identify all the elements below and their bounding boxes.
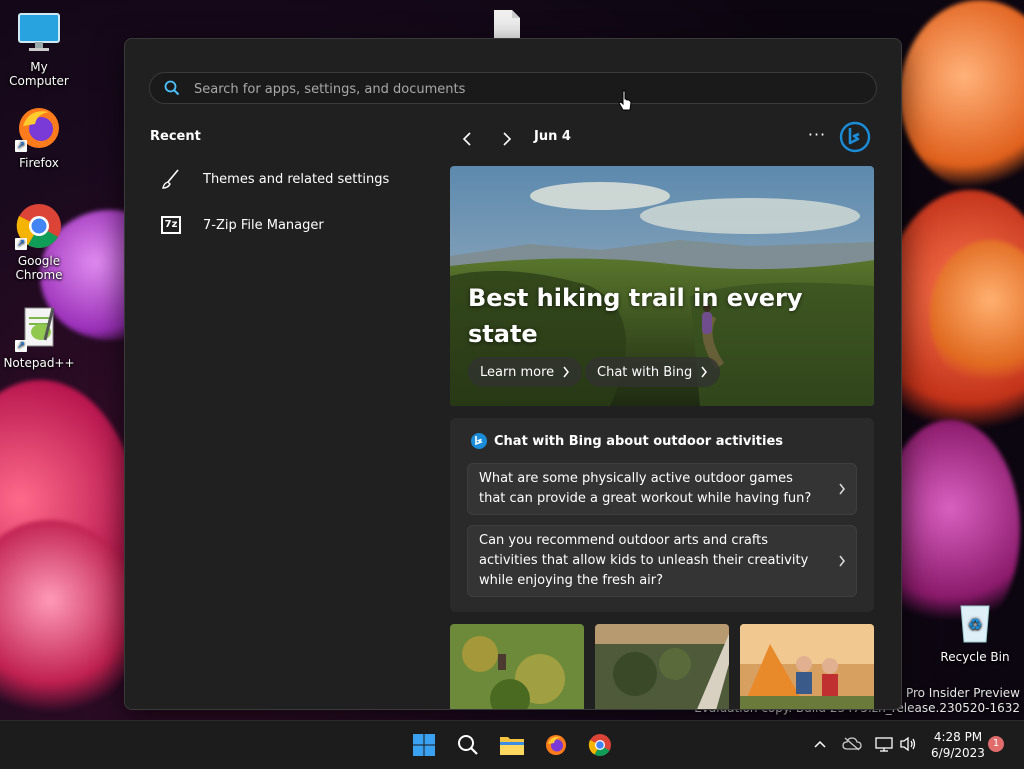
more-options-button[interactable]: ··· [805,125,829,149]
desktop-icon-label: Google Chrome [15,254,63,282]
desktop-icon-recycle-bin[interactable]: ♻ Recycle Bin [936,598,1014,664]
recent-heading: Recent [150,129,201,144]
suggestion-text: What are some physically active outdoor … [479,471,812,506]
file-explorer-button[interactable] [496,729,528,761]
desktop-icon-label: Notepad++ [3,356,75,370]
desktop-icon-firefox[interactable]: ↗ Firefox [0,104,78,170]
thumbnail-card[interactable] [740,624,874,709]
folder-icon [500,737,524,755]
paintbrush-icon [159,167,183,191]
onedrive-tray-button[interactable] [842,734,862,754]
next-button[interactable] [495,127,519,151]
notepad-plus-plus-icon: ↗ [15,304,63,352]
svg-text:♻: ♻ [968,615,982,634]
highlights-date: Jun 4 [534,129,571,144]
chrome-icon: ↗ [15,202,63,250]
recent-item-label: Themes and related settings [203,171,390,187]
chevron-right-icon [563,366,570,378]
desktop-icon-label: Recycle Bin [940,650,1010,664]
chat-with-bing-label: Chat with Bing [597,364,693,380]
windows-logo-icon [413,734,435,756]
network-tray-button[interactable] [874,734,894,754]
desktop-icon-label: Firefox [19,156,59,170]
firefox-icon: ↗ [15,104,63,152]
thumbnail-card[interactable] [595,624,729,709]
desktop-icon-chrome[interactable]: ↗ Google Chrome [0,202,78,282]
search-box[interactable] [149,72,877,104]
search-icon [164,80,180,100]
volume-tray-button[interactable] [898,734,918,754]
recycle-bin-icon: ♻ [951,598,999,646]
firefox-icon [546,735,566,755]
learn-more-label: Learn more [480,364,555,380]
taskbar-firefox-button[interactable] [540,729,572,761]
bing-button[interactable] [839,121,871,153]
chevron-right-icon [503,132,512,146]
show-hidden-icons-button[interactable] [810,734,830,754]
bing-chat-title-text: Chat with Bing about outdoor activities [494,433,784,449]
hillside-photo [450,624,584,709]
start-button[interactable] [408,729,440,761]
bing-icon [839,121,871,153]
bing-suggestion[interactable]: Can you recommend outdoor arts and craft… [467,525,857,597]
camping-photo [740,624,874,709]
mouse-cursor [618,90,634,118]
suggestion-text: Can you recommend outdoor arts and craft… [479,533,809,588]
chevron-left-icon [462,132,471,146]
search-panel: Recent Themes and related settings 7z 7-… [124,38,902,710]
taskbar: 4:28 PM 6/9/2023 1 [0,720,1024,769]
notification-badge[interactable]: 1 [988,736,1004,752]
desktop-icon-notepad-plus-plus[interactable]: ↗ Notepad++ [0,304,78,370]
chrome-icon [588,734,611,756]
cloud-offline-icon [842,737,862,751]
recent-item-7zip[interactable]: 7z 7-Zip File Manager [151,207,411,243]
thumbnail-card[interactable] [450,624,584,709]
7zip-icon: 7z [159,213,183,237]
monitor-icon [15,8,63,56]
chevron-right-icon [701,366,708,378]
previous-button[interactable] [455,127,479,151]
trail-photo [595,624,729,709]
search-input[interactable] [192,77,836,101]
hero-title: Best hiking trail in every state [468,284,803,348]
desktop-icon-label: My Computer [9,60,69,88]
chevron-right-icon [839,483,845,495]
bing-chat-icon [471,433,487,449]
chat-with-bing-button[interactable]: Chat with Bing [585,357,721,387]
hero-card[interactable]: Best hiking trail in every state Learn m… [450,166,874,406]
bing-chat-card: Chat with Bing about outdoor activities … [450,418,874,612]
recent-item-label: 7-Zip File Manager [203,217,324,233]
bing-chat-title: Chat with Bing about outdoor activities [470,432,783,450]
clock-date: 6/9/2023 [931,746,985,760]
desktop-icon-my-computer[interactable]: My Computer [0,8,78,88]
chevron-up-icon [814,740,826,748]
taskbar-search-button[interactable] [452,729,484,761]
bing-suggestion[interactable]: What are some physically active outdoor … [467,463,857,515]
learn-more-button[interactable]: Learn more [468,357,583,387]
chevron-right-icon [839,555,845,567]
search-icon [458,735,478,755]
speaker-icon [900,736,916,752]
network-icon [875,737,893,752]
clock[interactable]: 4:28 PM 6/9/2023 [924,729,992,761]
taskbar-chrome-button[interactable] [584,729,616,761]
clock-time: 4:28 PM [933,730,983,744]
recent-item-themes[interactable]: Themes and related settings [151,161,411,197]
